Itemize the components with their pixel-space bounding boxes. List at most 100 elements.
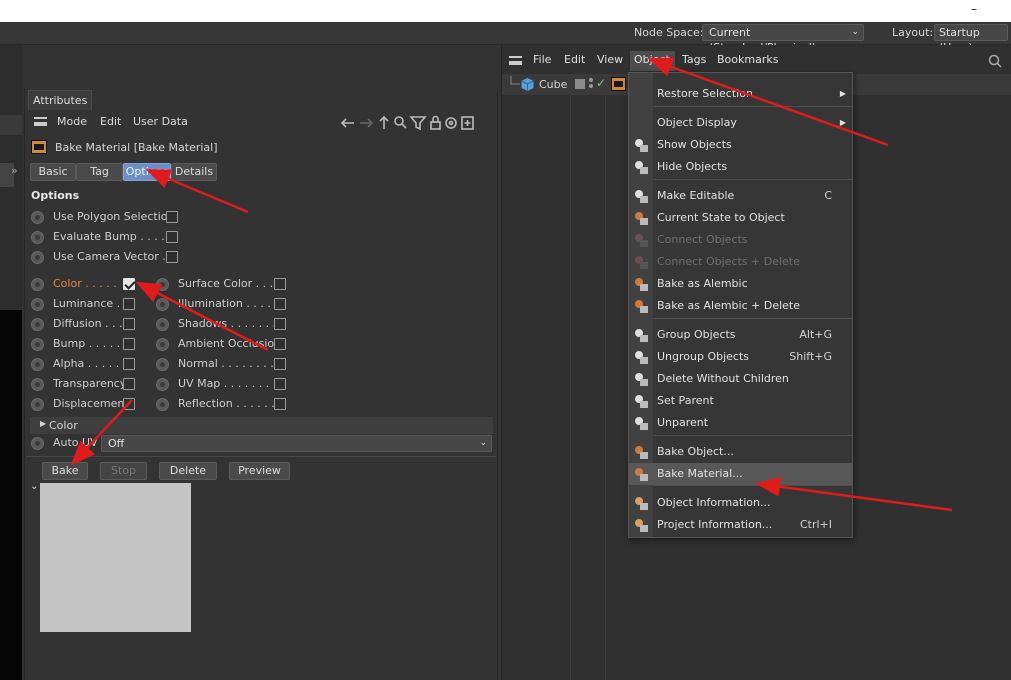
channel-checkbox[interactable]	[274, 278, 286, 290]
chevron-down-icon: ⌄	[479, 438, 487, 448]
channel-checkbox[interactable]	[123, 378, 135, 390]
channel-checkbox[interactable]	[274, 338, 286, 350]
animate-toggle-icon[interactable]	[31, 211, 44, 224]
tab-tag[interactable]: Tag	[76, 163, 123, 181]
object-name-cube[interactable]: Cube	[539, 78, 567, 91]
animate-toggle-icon[interactable]	[31, 378, 44, 391]
channel-checkbox[interactable]	[274, 398, 286, 410]
option-checkbox[interactable]	[166, 211, 178, 223]
animate-toggle-icon[interactable]	[31, 318, 44, 331]
menu-item-bake-object[interactable]: Bake Object...	[629, 441, 852, 463]
channel-checkbox[interactable]	[123, 318, 135, 330]
menu-item-object-display[interactable]: Object Display ▶	[629, 112, 852, 134]
attributes-tab[interactable]: Attributes	[28, 90, 93, 110]
animate-toggle-icon[interactable]	[31, 298, 44, 311]
menu-user-data[interactable]: User Data	[133, 111, 188, 133]
visibility-dot-icon[interactable]	[589, 78, 593, 82]
animate-toggle-icon[interactable]	[156, 278, 169, 291]
animate-toggle-icon[interactable]	[31, 231, 44, 244]
menu-shortcut: Shift+G	[789, 350, 832, 363]
menu-item-connect-objects-delete[interactable]: Connect Objects + Delete	[629, 251, 852, 273]
menu-file[interactable]: File	[533, 53, 551, 66]
menu-edit[interactable]: Edit	[100, 111, 121, 133]
checkmark-icon[interactable]: ✓	[596, 76, 606, 90]
search-icon[interactable]	[988, 54, 1008, 70]
channel-checkbox[interactable]	[274, 298, 286, 310]
menu-item-show-objects[interactable]: Show Objects	[629, 134, 852, 156]
menu-item-label: Ungroup Objects	[657, 350, 750, 363]
tab-details[interactable]: Details	[171, 163, 217, 181]
animate-toggle-icon[interactable]	[31, 278, 44, 291]
column-divider	[570, 95, 571, 680]
animate-toggle-icon[interactable]	[156, 398, 169, 411]
menu-item-hide-objects[interactable]: Hide Objects	[629, 156, 852, 178]
channel-label: Surface Color . . . .	[178, 277, 281, 290]
channel-checkbox[interactable]	[274, 318, 286, 330]
tab-basic[interactable]: Basic	[30, 163, 76, 181]
channel-checkbox[interactable]	[123, 338, 135, 350]
group-objects-icon	[633, 327, 649, 343]
animate-toggle-icon[interactable]	[156, 378, 169, 391]
channel-checkbox[interactable]	[123, 398, 135, 410]
delete-button[interactable]: Delete	[159, 462, 217, 480]
filter-icon	[409, 116, 427, 131]
menu-item-object-information[interactable]: Object Information...	[629, 492, 852, 514]
menu-item-group-objects[interactable]: Group Objects Alt+G	[629, 324, 852, 346]
auto-uv-animate-icon[interactable]	[31, 437, 44, 450]
menu-mode[interactable]: Mode	[57, 111, 87, 133]
menu-item-current-state-to-object[interactable]: Current State to Object	[629, 207, 852, 229]
menu-view[interactable]: View	[597, 53, 623, 66]
animate-toggle-icon[interactable]	[156, 318, 169, 331]
menu-item-unparent[interactable]: Unparent	[629, 412, 852, 434]
tab-options[interactable]: Options	[123, 163, 171, 181]
animate-toggle-icon[interactable]	[31, 358, 44, 371]
auto-uv-select[interactable]: Off ⌄	[101, 435, 492, 452]
layer-icon[interactable]	[575, 79, 585, 89]
channel-checkbox[interactable]	[123, 298, 135, 310]
menu-item-make-editable[interactable]: Make Editable C	[629, 185, 852, 207]
stop-button[interactable]: Stop	[100, 462, 147, 480]
color-group-header[interactable]: ▶ Color	[30, 417, 493, 434]
menu-item-delete-without-children[interactable]: Delete Without Children	[629, 368, 852, 390]
channel-checkbox[interactable]	[123, 358, 135, 370]
animate-toggle-icon[interactable]	[31, 251, 44, 264]
menu-tags[interactable]: Tags	[682, 53, 706, 66]
menu-item-bake-as-alembic-delete[interactable]: Bake as Alembic + Delete	[629, 295, 852, 317]
animate-toggle-icon[interactable]	[156, 338, 169, 351]
menu-item-bake-material[interactable]: Bake Material...	[629, 463, 852, 485]
menu-item-project-information[interactable]: Project Information... Ctrl+I	[629, 514, 852, 536]
channel-checkbox[interactable]	[274, 378, 286, 390]
menu-item-connect-objects[interactable]: Connect Objects	[629, 229, 852, 251]
channel-label: Diffusion . . .	[53, 317, 123, 330]
option-checkbox[interactable]	[166, 251, 178, 263]
menu-edit[interactable]: Edit	[564, 53, 585, 66]
option-checkbox[interactable]	[166, 231, 178, 243]
node-space-select[interactable]: Current (Standard/Physical) ⌄	[702, 24, 864, 54]
channel-checkbox[interactable]	[123, 278, 135, 290]
animate-toggle-icon[interactable]	[31, 398, 44, 411]
preview-button[interactable]: Preview	[229, 462, 290, 480]
menu-item-restore-selection[interactable]: Restore Selection ▶	[629, 83, 852, 105]
bake-material-tag-icon	[31, 140, 47, 154]
bake-material-tag-icon[interactable]	[611, 77, 626, 91]
delete-without-children-icon	[633, 371, 649, 387]
visibility-dot-icon[interactable]	[589, 84, 593, 88]
menu-item-set-parent[interactable]: Set Parent	[629, 390, 852, 412]
layout-select[interactable]: Startup (User)	[934, 24, 1008, 54]
menu-item-ungroup-objects[interactable]: Ungroup Objects Shift+G	[629, 346, 852, 368]
bake-button[interactable]: Bake	[42, 462, 88, 480]
channel-checkbox[interactable]	[274, 358, 286, 370]
hamburger-icon[interactable]	[509, 56, 522, 65]
animate-toggle-icon[interactable]	[31, 338, 44, 351]
preview-area	[40, 483, 191, 632]
menu-object[interactable]: Object	[634, 53, 670, 66]
chevron-down-icon[interactable]: ⌄	[30, 481, 38, 492]
menu-bookmarks[interactable]: Bookmarks	[717, 53, 778, 66]
animate-toggle-icon[interactable]	[156, 358, 169, 371]
expand-icon[interactable]: »	[11, 164, 18, 177]
animate-toggle-icon[interactable]	[156, 298, 169, 311]
minimize-button[interactable]: –	[971, 2, 977, 16]
menu-item-label: Object Information...	[657, 496, 771, 509]
hamburger-icon[interactable]	[34, 117, 47, 126]
menu-item-bake-as-alembic[interactable]: Bake as Alembic	[629, 273, 852, 295]
